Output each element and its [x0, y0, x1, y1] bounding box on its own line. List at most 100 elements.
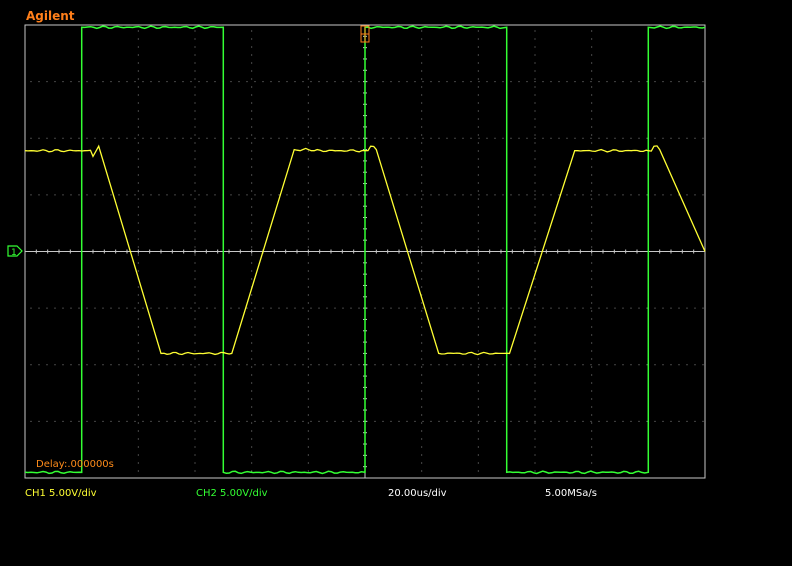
grid-dot [118, 364, 120, 366]
grid-dot [318, 307, 320, 309]
grid-dot [307, 318, 309, 320]
grid-dot [454, 194, 456, 196]
grid-dot [477, 230, 479, 232]
grid-dot [550, 420, 552, 422]
grid-dot [251, 94, 253, 96]
grid-dot [334, 194, 336, 196]
grid-dot [251, 190, 253, 192]
grid-dot [46, 307, 48, 309]
grid-dot [534, 194, 536, 196]
grid-dot [406, 364, 408, 366]
grid-dot [598, 137, 600, 139]
grid-dot [591, 62, 593, 64]
grid-dot [350, 307, 352, 309]
grid-dot [307, 262, 309, 264]
grid-dot [310, 194, 312, 196]
grid-dot [591, 302, 593, 304]
grid-dot [70, 364, 72, 366]
grid-dot [591, 54, 593, 56]
grid-dot [307, 326, 309, 328]
grid-dot [526, 81, 528, 83]
timebase-label[interactable]: 20.00us/div [388, 488, 447, 499]
grid-dot [686, 81, 688, 83]
svg-text:1: 1 [11, 248, 17, 258]
grid-dot [591, 86, 593, 88]
grid-dot [150, 194, 152, 196]
grid-dot [550, 81, 552, 83]
ground-marker-icon[interactable]: 1 [7, 245, 23, 258]
grid-dot [307, 342, 309, 344]
grid-dot [137, 390, 139, 392]
grid-dot [694, 137, 696, 139]
grid-dot [70, 420, 72, 422]
grid-dot [251, 406, 253, 408]
grid-dot [406, 420, 408, 422]
grid-dot [574, 194, 576, 196]
grid-dot [206, 194, 208, 196]
grid-dot [334, 307, 336, 309]
grid-dot [591, 406, 593, 408]
grid-dot [694, 420, 696, 422]
grid-dot [307, 38, 309, 40]
grid-dot [477, 366, 479, 368]
grid-dot [591, 246, 593, 248]
grid-dot [398, 364, 400, 366]
grid-dot [251, 46, 253, 48]
grid-dot [307, 102, 309, 104]
grid-dot [182, 81, 184, 83]
grid-dot [470, 137, 472, 139]
grid-dot [421, 422, 423, 424]
grid-dot [558, 137, 560, 139]
ch1-scale-label[interactable]: CH1 5.00V/div [25, 488, 97, 499]
grid-dot [486, 81, 488, 83]
grid-dot [542, 364, 544, 366]
grid-dot [662, 420, 664, 422]
grid-dot [126, 137, 128, 139]
grid-dot [194, 422, 196, 424]
grid-dot [534, 366, 536, 368]
grid-dot [137, 430, 139, 432]
grid-dot [477, 166, 479, 168]
grid-dot [194, 382, 196, 384]
grid-dot [534, 206, 536, 208]
grid-dot [310, 307, 312, 309]
grid-dot [686, 137, 688, 139]
grid-dot [421, 462, 423, 464]
grid-dot [158, 307, 160, 309]
grid-dot [307, 406, 309, 408]
grid-dot [494, 307, 496, 309]
grid-dot [350, 194, 352, 196]
grid-dot [662, 81, 664, 83]
grid-dot [477, 286, 479, 288]
grid-dot [194, 454, 196, 456]
grid-dot [574, 137, 576, 139]
grid-dot [591, 390, 593, 392]
grid-dot [134, 307, 136, 309]
grid-dot [382, 420, 384, 422]
grid-dot [421, 142, 423, 144]
grid-dot [251, 334, 253, 336]
grid-dot [94, 420, 96, 422]
grid-dot [137, 158, 139, 160]
grid-dot [194, 326, 196, 328]
grid-dot [694, 364, 696, 366]
grid-dot [518, 307, 520, 309]
grid-dot [251, 110, 253, 112]
ch2-scale-label[interactable]: CH2 5.00V/div [196, 488, 268, 499]
grid-dot [534, 198, 536, 200]
grid-dot [591, 446, 593, 448]
grid-dot [194, 278, 196, 280]
grid-dot [678, 420, 680, 422]
grid-dot [251, 366, 253, 368]
trigger-marker-icon[interactable] [360, 25, 370, 43]
grid-dot [137, 78, 139, 80]
grid-dot [214, 420, 216, 422]
grid-dot [590, 81, 592, 83]
grid-dot [166, 194, 168, 196]
grid-dot [137, 230, 139, 232]
grid-dot [694, 307, 696, 309]
grid-dot [534, 182, 536, 184]
grid-dot [421, 438, 423, 440]
grid-dot [694, 194, 696, 196]
grid-dot [307, 174, 309, 176]
